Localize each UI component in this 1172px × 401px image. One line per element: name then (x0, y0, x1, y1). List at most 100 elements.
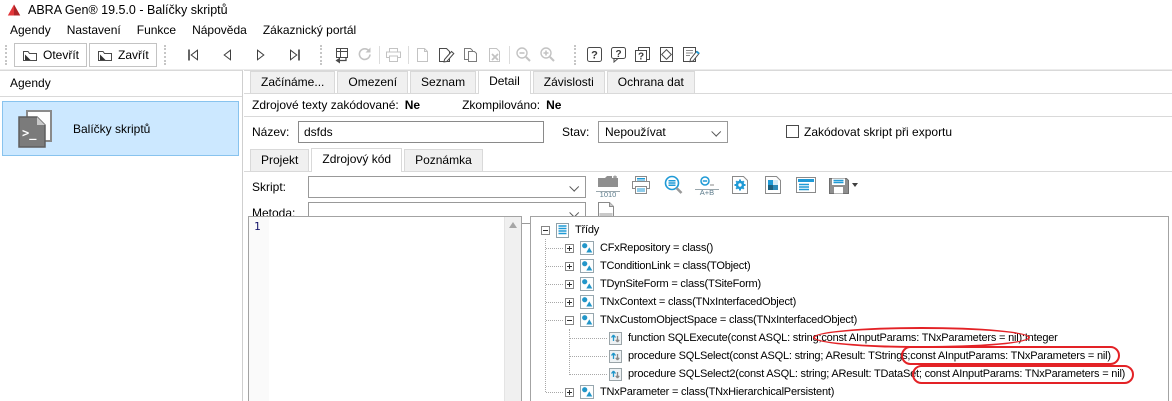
title-bar: ABRA Gen® 19.5.0 - Balíčky skriptů (0, 0, 1172, 19)
state-select[interactable]: Nepoužívat (598, 121, 728, 143)
new-record-icon[interactable] (411, 43, 435, 67)
compiled-value: Ne (546, 98, 561, 112)
help-topics-icon[interactable]: ? (631, 43, 655, 67)
refresh-agenda-icon[interactable] (329, 43, 353, 67)
method-icon (609, 350, 622, 363)
close-button[interactable]: Zavřít (89, 43, 157, 67)
feedback-icon[interactable] (679, 43, 703, 67)
compiled-binary-icon[interactable]: 1010 (596, 175, 620, 198)
tree-node-class[interactable]: TNxContext = class(TNxInterfacedObject) (531, 293, 1168, 311)
class-icon (580, 385, 594, 399)
abra-gen-window: { "window": { "title": "ABRA Gen® 19.5.0… (0, 0, 1172, 401)
encode-on-export-label: Zakódovat skript při exportu (804, 125, 952, 139)
class-icon (580, 313, 594, 327)
tree-node-method[interactable]: procedure SQLSelect(const ASQL: string; … (531, 347, 1168, 365)
toolbar-gripper (164, 45, 168, 65)
refresh-icon[interactable] (353, 43, 377, 67)
menu-funkce[interactable]: Funkce (129, 20, 184, 40)
tree-node-label: TNxParameter = class(TNxHierarchicalPers… (600, 386, 834, 398)
encode-on-export-checkbox[interactable] (786, 125, 799, 138)
tree-node-class[interactable]: TConditionLink = class(TObject) (531, 257, 1168, 275)
close-folder-icon (97, 48, 113, 62)
tree-node-class[interactable]: TDynSiteForm = class(TSiteForm) (531, 275, 1168, 293)
script-list-icon[interactable] (794, 175, 818, 198)
print-source-icon[interactable] (629, 175, 653, 198)
collapse-icon[interactable] (541, 226, 550, 235)
context-help-icon[interactable]: ? (607, 43, 631, 67)
tab-ochrana-dat[interactable]: Ochrana dat (607, 71, 695, 93)
line-number: 1 (254, 220, 261, 233)
annotated-parameter: ; const AInputParams: TNxParameters = ni… (919, 368, 1125, 380)
method-icon (609, 368, 622, 381)
method-signature-prefix: function SQLExecute(const ASQL: string; (628, 332, 821, 344)
menu-agendy[interactable]: Agendy (2, 20, 59, 40)
tab-zavislosti[interactable]: Závislosti (533, 71, 605, 93)
class-icon (580, 241, 594, 255)
wizard-icon[interactable] (655, 43, 679, 67)
toolbar-gripper (574, 45, 578, 65)
expand-icon[interactable] (565, 262, 574, 271)
next-record-icon[interactable] (249, 43, 273, 67)
code-editor[interactable]: 1 (248, 216, 522, 401)
print-icon[interactable] (382, 43, 406, 67)
find-replace-icon[interactable]: A+B (695, 175, 719, 196)
tree-node-class[interactable]: TNxParameter = class(TNxHierarchicalPers… (531, 383, 1168, 401)
encoded-label: Zdrojové texty zakódované: (252, 98, 399, 112)
expand-icon[interactable] (565, 298, 574, 307)
class-icon (580, 277, 594, 291)
edit-record-icon[interactable] (435, 43, 459, 67)
script-row: Skript: 1010 A+B (244, 174, 1172, 200)
replace-label: A+B (695, 189, 719, 196)
tab-zaciname[interactable]: Začínáme... (250, 71, 335, 93)
name-label: Název: (252, 125, 289, 139)
last-record-icon[interactable] (283, 43, 307, 67)
svg-text:?: ? (591, 50, 598, 62)
tree-node-method[interactable]: function SQLExecute(const ASQL: string; … (531, 329, 1168, 347)
first-record-icon[interactable] (181, 43, 205, 67)
search-source-icon[interactable] (662, 175, 686, 198)
tree-node-method[interactable]: procedure SQLSelect2(const ASQL: string;… (531, 365, 1168, 383)
collapse-icon[interactable] (565, 316, 574, 325)
class-tree: Třídy CFxRepository = class() TCondition… (530, 216, 1169, 401)
tab-projekt[interactable]: Projekt (250, 149, 309, 171)
previous-record-icon[interactable] (215, 43, 239, 67)
method-signature-suffix: Integer (1025, 332, 1058, 344)
sidebar-item-label: Balíčky skriptů (73, 122, 150, 136)
tab-seznam[interactable]: Seznam (410, 71, 476, 93)
menu-zakaznicky-portal[interactable]: Zákaznický portál (255, 20, 364, 40)
editor-text-area[interactable] (269, 217, 504, 401)
tree-node-class[interactable]: TNxCustomObjectSpace = class(TNxInterfac… (531, 311, 1168, 329)
menu-napoveda[interactable]: Nápověda (184, 20, 255, 40)
sidebar-item-balicky-skriptu[interactable]: >_ Balíčky skriptů (2, 101, 239, 156)
scroll-up-icon[interactable] (509, 222, 517, 228)
tree-node-class[interactable]: CFxRepository = class() (531, 239, 1168, 257)
zoom-out-icon[interactable] (512, 43, 536, 67)
menu-bar: Agendy Nastavení Funkce Nápověda Zákazni… (0, 19, 1172, 40)
open-button[interactable]: Otevřít (14, 43, 87, 67)
chevron-down-icon (569, 182, 579, 192)
script-settings-icon[interactable] (728, 175, 752, 198)
delete-record-icon[interactable] (483, 43, 507, 67)
zoom-in-icon[interactable] (536, 43, 560, 67)
name-input[interactable] (298, 121, 544, 143)
script-select[interactable] (308, 176, 586, 198)
help-icon[interactable]: ? (583, 43, 607, 67)
tree-node-label: TDynSiteForm = class(TSiteForm) (600, 278, 761, 290)
method-signature-prefix: procedure SQLSelect(const ASQL: string; … (628, 350, 910, 362)
chevron-down-icon (711, 127, 721, 137)
tab-zdrojovy-kod[interactable]: Zdrojový kód (311, 148, 402, 172)
tab-poznamka[interactable]: Poznámka (404, 149, 483, 171)
tree-node-tridy[interactable]: Třídy (531, 221, 1168, 239)
save-icon[interactable] (827, 175, 859, 198)
sidebar-header: Agendy (0, 71, 242, 97)
tab-omezeni[interactable]: Omezení (337, 71, 408, 93)
menu-nastaveni[interactable]: Nastavení (59, 20, 129, 40)
expand-icon[interactable] (565, 388, 574, 397)
tab-detail[interactable]: Detail (478, 70, 531, 94)
expand-icon[interactable] (565, 280, 574, 289)
copy-record-icon[interactable] (459, 43, 483, 67)
expand-icon[interactable] (565, 244, 574, 253)
script-label: Skript: (252, 180, 286, 194)
editor-scrollbar[interactable] (504, 217, 521, 401)
script-preview-icon[interactable] (761, 175, 785, 198)
